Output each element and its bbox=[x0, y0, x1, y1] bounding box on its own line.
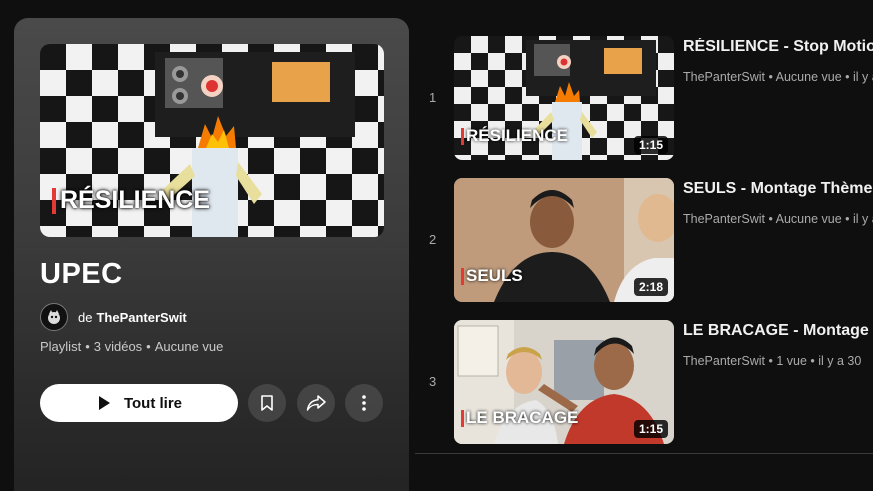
video-index: 2 bbox=[429, 232, 437, 247]
playlist-video-item[interactable]: 2 SEULS 2:18 SEULS - Montage Thème ThePa… bbox=[415, 178, 873, 304]
owner-name[interactable]: ThePanterSwit bbox=[96, 310, 186, 325]
hero-thumbnail-caption: RÉSILIENCE bbox=[60, 186, 211, 214]
playlist-meta: Playlist • 3 vidéos • Aucune vue bbox=[40, 339, 223, 354]
playlist-owner[interactable]: de ThePanterSwit bbox=[40, 303, 187, 331]
thumbnail-caption: RÉSILIENCE bbox=[466, 126, 569, 145]
video-title[interactable]: SEULS - Montage Thème bbox=[683, 180, 873, 198]
video-title[interactable]: RÉSILIENCE - Stop Motion bbox=[683, 38, 873, 56]
owner-name-text[interactable]: de ThePanterSwit bbox=[78, 310, 187, 325]
video-meta: ThePanterSwit • Aucune vue • il y a bbox=[683, 212, 873, 226]
playlist-type: Playlist bbox=[40, 339, 82, 354]
play-icon bbox=[98, 396, 110, 410]
bookmark-icon bbox=[261, 395, 273, 411]
video-index: 3 bbox=[429, 374, 437, 389]
video-meta: ThePanterSwit • 1 vue • il y a 30 bbox=[683, 354, 873, 368]
share-playlist-button[interactable] bbox=[297, 384, 335, 422]
playlist-video-item[interactable]: 3 LE BRACAGE 1:15 LE BRACAGE - Montage T… bbox=[415, 320, 873, 446]
panther-avatar-icon bbox=[48, 310, 60, 324]
video-channel[interactable]: ThePanterSwit bbox=[683, 354, 765, 368]
video-index: 1 bbox=[429, 90, 437, 105]
playlist-title: UPEC bbox=[40, 258, 123, 290]
video-duration: 1:15 bbox=[633, 420, 668, 438]
video-thumbnail[interactable]: RÉSILIENCE 1:15 bbox=[454, 36, 674, 160]
playlist-view-count: Aucune vue bbox=[154, 339, 224, 354]
playlist-header-card: RÉSILIENCE UPEC de ThePanterSwit Playlist… bbox=[14, 18, 409, 491]
video-channel[interactable]: ThePanterSwit bbox=[683, 70, 765, 84]
video-duration: 1:15 bbox=[633, 136, 668, 154]
list-divider bbox=[415, 453, 873, 454]
play-all-label: Tout lire bbox=[123, 394, 183, 412]
video-thumbnail[interactable]: SEULS 2:18 bbox=[454, 178, 674, 302]
meta-separator: • bbox=[768, 212, 776, 226]
play-all-button[interactable]: Tout lire bbox=[40, 384, 238, 422]
owner-prefix: de bbox=[78, 309, 93, 325]
more-vert-icon bbox=[362, 395, 366, 411]
video-duration: 2:18 bbox=[633, 278, 668, 296]
video-channel[interactable]: ThePanterSwit bbox=[683, 212, 765, 226]
video-stats: Aucune vue • il y a bbox=[775, 212, 873, 226]
playlist-page: RÉSILIENCE UPEC de ThePanterSwit Playlist… bbox=[0, 0, 873, 491]
video-stats: 1 vue • il y a 30 bbox=[776, 354, 862, 368]
more-actions-button[interactable] bbox=[345, 384, 383, 422]
thumbnail-caption: SEULS bbox=[466, 266, 523, 285]
video-title[interactable]: LE BRACAGE - Montage bbox=[683, 322, 873, 340]
video-meta: ThePanterSwit • Aucune vue • il y a bbox=[683, 70, 873, 84]
meta-separator: • bbox=[768, 70, 776, 84]
share-icon bbox=[306, 395, 326, 411]
playlist-hero-thumbnail[interactable]: RÉSILIENCE bbox=[40, 44, 384, 237]
meta-separator: • bbox=[85, 339, 90, 354]
thumbnail-caption: LE BRACAGE bbox=[466, 408, 579, 427]
save-playlist-button[interactable] bbox=[248, 384, 286, 422]
playlist-video-item[interactable]: 1 RÉSILIENCE 1:15 RÉSILIENCE - Stop Moti… bbox=[415, 36, 873, 162]
video-thumbnail[interactable]: LE BRACAGE 1:15 bbox=[454, 320, 674, 444]
owner-avatar[interactable] bbox=[40, 303, 68, 331]
playlist-video-count: 3 vidéos bbox=[93, 339, 143, 354]
meta-separator: • bbox=[146, 339, 151, 354]
video-stats: Aucune vue • il y a bbox=[775, 70, 873, 84]
